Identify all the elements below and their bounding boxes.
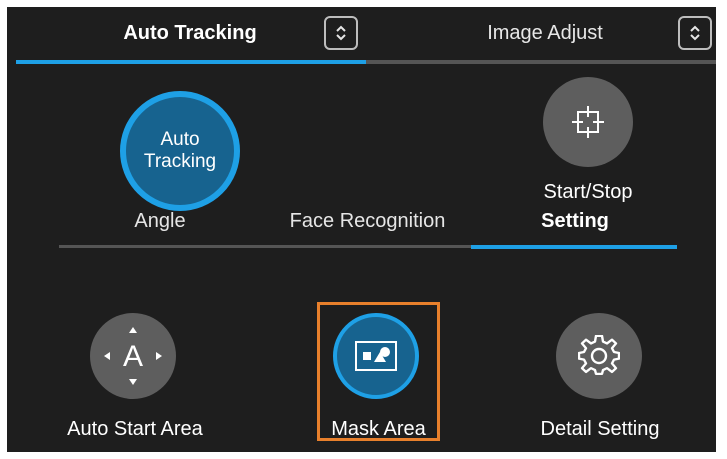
image-adjust-stepper[interactable] [678,16,712,50]
auto-tracking-label-line2: Tracking [143,151,217,172]
detail-setting-button[interactable] [556,313,642,399]
start-stop-label: Start/Stop [543,181,633,203]
tab-auto-tracking-label: Auto Tracking [123,21,257,44]
top-tab-indicator [16,60,366,64]
tab-setting-label: Setting [541,210,609,232]
tab-angle-label: Angle [134,210,186,232]
auto-tracking-stepper[interactable] [324,16,358,50]
tab-angle[interactable]: Angle [110,210,210,240]
auto-start-area-label: Auto Start Area [67,418,203,440]
mask-area-icon [355,341,397,371]
tab-setting[interactable]: Setting [520,210,630,240]
sub-tab-track [59,245,677,249]
tab-image-adjust[interactable]: Image Adjust [420,8,670,58]
start-stop-button[interactable] [543,77,633,167]
mask-area-button[interactable] [333,313,419,399]
tab-face-recognition[interactable]: Face Recognition [270,210,465,240]
up-down-chevron-icon [336,25,346,41]
sub-tab-indicator [471,245,677,249]
auto-start-area-button[interactable]: A [90,313,176,399]
auto-tracking-button[interactable]: Auto Tracking [120,91,240,211]
detail-setting-label: Detail Setting [540,418,660,440]
up-down-chevron-icon [690,25,700,41]
tab-image-adjust-label: Image Adjust [487,21,603,44]
auto-start-area-icon: A [104,327,162,385]
svg-text:A: A [123,340,143,373]
auto-tracking-label-line1: Auto [160,129,200,150]
gear-icon [578,335,620,375]
panel: Auto Tracking Image Adjust Auto Tracking [0,0,727,459]
top-tab-track [16,60,716,64]
mask-area-label: Mask Area [331,418,426,440]
tab-auto-tracking[interactable]: Auto Tracking [60,8,320,58]
tab-face-recognition-label: Face Recognition [289,210,446,232]
crosshair-icon [572,106,604,138]
